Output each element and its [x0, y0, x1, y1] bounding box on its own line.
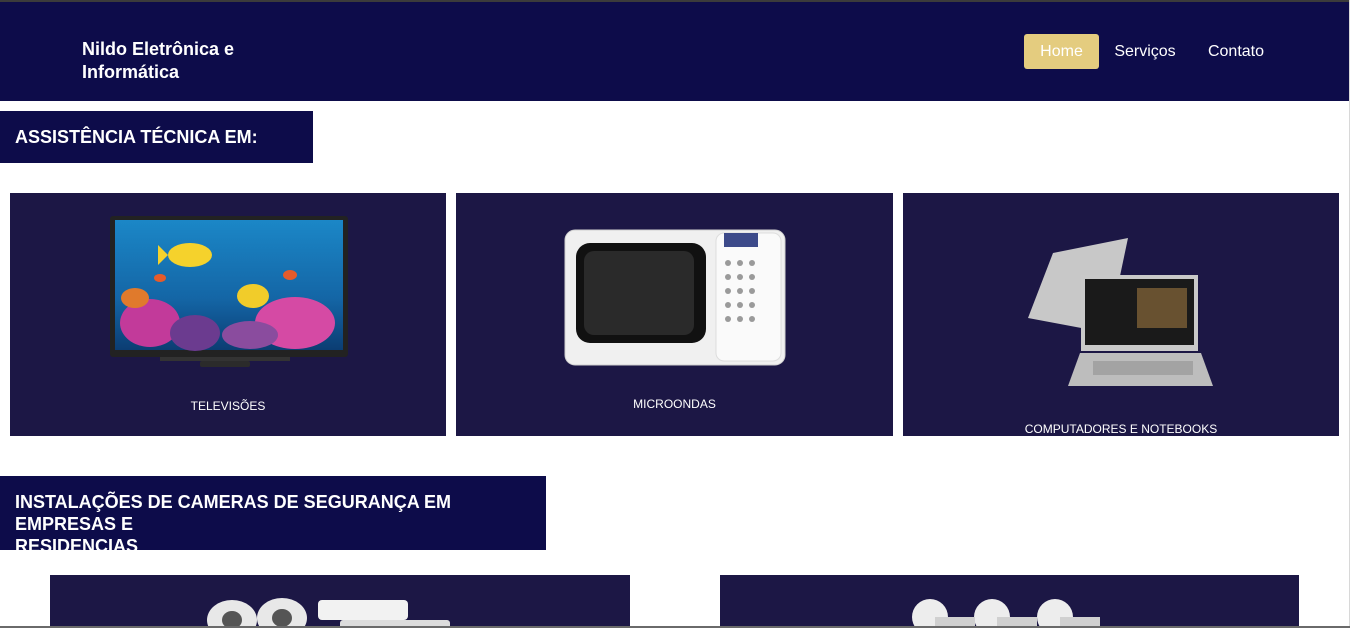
camera-card-kit[interactable]: [50, 575, 630, 628]
service-card-tv[interactable]: TELEVISÕES: [10, 193, 446, 436]
assistance-section-title: ASSISTÊNCIA TÉCNICA EM:: [0, 111, 313, 163]
brand-line-1: Nildo Eletrônica e: [82, 39, 235, 59]
brand-logo-text[interactable]: Nildo Eletrônica e Informática: [82, 38, 262, 84]
cameras-title-line-2: RESIDENCIAS: [15, 536, 139, 556]
microwave-caption: MICROONDAS: [633, 397, 716, 411]
service-card-computers[interactable]: COMPUTADORES E NOTEBOOKS: [903, 193, 1339, 436]
laptop-image: [1028, 238, 1213, 386]
site-header: Nildo Eletrônica e Informática Home Serv…: [0, 2, 1349, 101]
nav-servicos[interactable]: Serviços: [1106, 34, 1184, 69]
service-card-microwave[interactable]: MICROONDAS: [456, 193, 893, 436]
brand-line-2: Informática: [82, 62, 180, 82]
cameras-section-title: INSTALAÇÕES DE CAMERAS DE SEGURANÇA EM E…: [0, 476, 546, 556]
nav-home[interactable]: Home: [1024, 34, 1099, 69]
tv-caption: TELEVISÕES: [190, 399, 266, 413]
computers-caption: COMPUTADORES E NOTEBOOKS: [1024, 422, 1218, 436]
cameras-title-line-1: INSTALAÇÕES DE CAMERAS DE SEGURANÇA EM E…: [15, 492, 452, 534]
nav-contato[interactable]: Contato: [1198, 34, 1274, 69]
camera-card-bullets[interactable]: [720, 575, 1299, 628]
security-camera-kit-image: [207, 598, 450, 628]
bullet-cameras-image: [912, 599, 1100, 628]
assistance-title-text: ASSISTÊNCIA TÉCNICA EM:: [15, 127, 258, 147]
